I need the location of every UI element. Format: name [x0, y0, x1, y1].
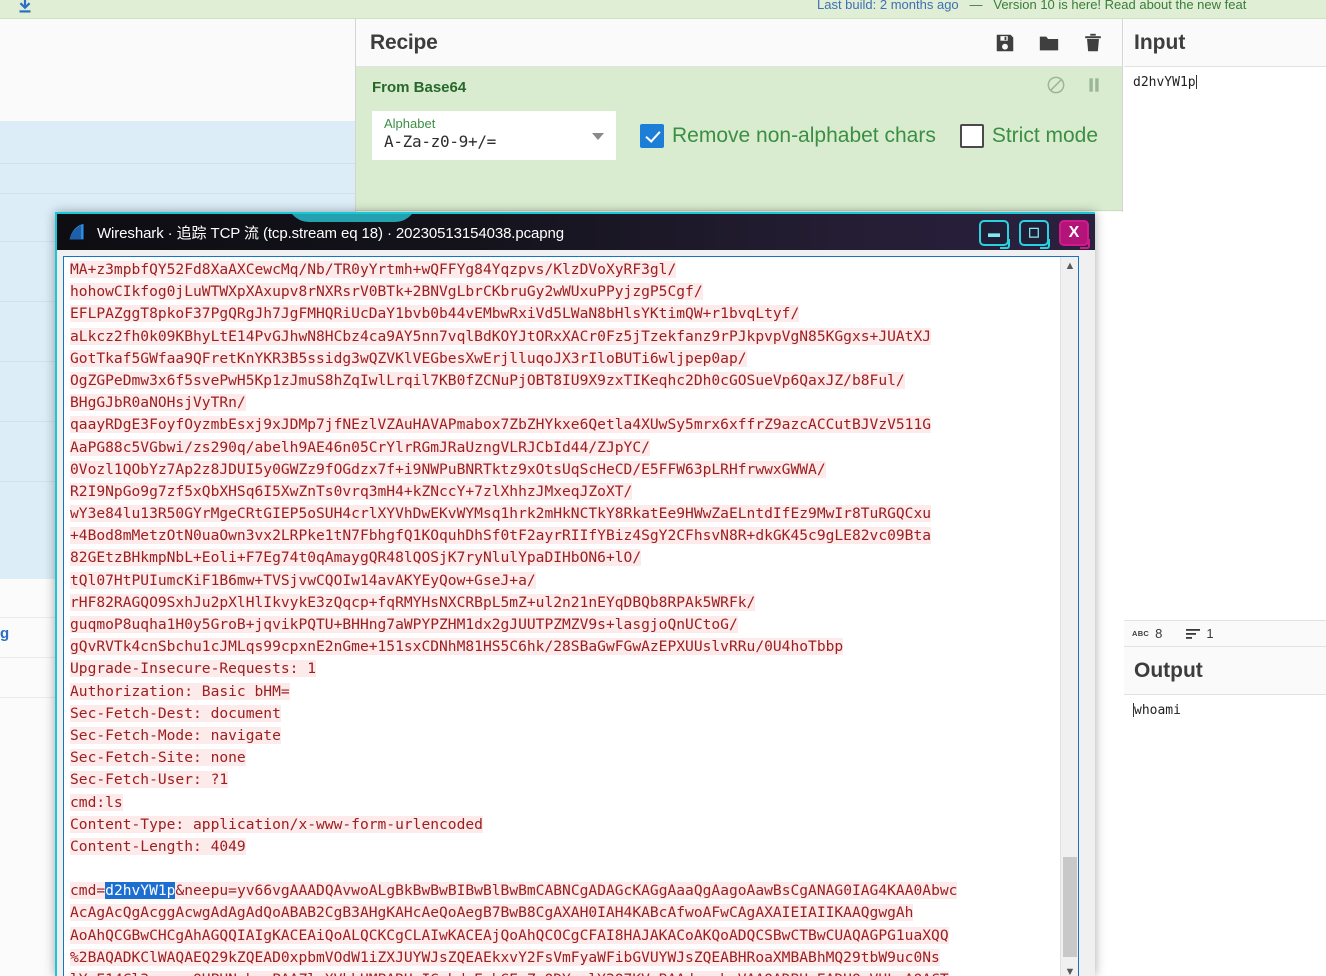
input-area[interactable]: Input d2hvYW1p [1124, 19, 1326, 621]
alphabet-select[interactable]: Alphabet A-Za-z0-9+/= [372, 111, 616, 160]
chevron-down-icon[interactable] [592, 133, 604, 140]
folder-icon[interactable] [1038, 31, 1060, 55]
recipe-toolbar [994, 19, 1104, 67]
minimize-button[interactable]: ▬ [979, 220, 1010, 249]
output-area[interactable]: Output whoami [1124, 647, 1326, 927]
scroll-up-icon[interactable]: ▲ [1061, 257, 1078, 275]
recipe-title: Recipe [370, 30, 438, 54]
io-pane: Input d2hvYW1p ABC 8 1 Output whoami [1124, 19, 1326, 976]
close-button[interactable]: X [1059, 220, 1090, 249]
text-caret [1195, 75, 1197, 89]
alphabet-value: A-Za-z0-9+/= [384, 132, 496, 151]
background-text-fragment: g [0, 625, 10, 642]
disable-icon[interactable] [1046, 75, 1066, 95]
output-textarea[interactable]: whoami [1124, 695, 1326, 718]
strict-mode-checkbox[interactable] [959, 123, 984, 148]
remove-non-alphabet-chars-label: Remove non-alphabet chars [672, 123, 936, 147]
operation-header: From Base64 [356, 67, 1122, 107]
lines-icon [1186, 628, 1201, 639]
input-textarea[interactable]: d2hvYW1p [1124, 67, 1326, 90]
strict-mode-group[interactable]: Strict mode [959, 123, 1099, 148]
char-count: 8 [1155, 626, 1163, 641]
save-icon[interactable] [994, 31, 1016, 55]
abc-icon: ABC [1132, 629, 1150, 638]
output-value: whoami [1134, 703, 1181, 718]
wireshark-logo-icon [69, 223, 84, 240]
scrollbar-thumb[interactable] [1063, 857, 1077, 957]
stream-text: MA+z3mpbfQY52Fd8XaAXCewcMq/Nb/TR0yYrtmh+… [70, 259, 1056, 976]
last-build-label[interactable]: Last build: 2 months ago [817, 0, 959, 12]
breakpoint-icon[interactable] [1084, 75, 1104, 95]
screenshot-root: Last build: 2 months ago — Version 10 is… [0, 0, 1326, 976]
banner-separator: — [962, 0, 990, 12]
maximize-button[interactable]: ☐ [1019, 220, 1050, 249]
output-title-bar: Output [1124, 647, 1326, 695]
window-controls: ▬ ☐ X [979, 220, 1090, 249]
trash-icon[interactable] [1082, 31, 1104, 55]
input-title: Input [1134, 30, 1186, 54]
wireshark-titlebar[interactable]: Wireshark · 追踪 TCP 流 (tcp.stream eq 18) … [55, 212, 1095, 250]
wireshark-body: MA+z3mpbfQY52Fd8XaAXCewcMq/Nb/TR0yYrtmh+… [55, 250, 1095, 976]
input-status-bar: ABC 8 1 [1124, 621, 1326, 647]
operation-header-icons [1046, 75, 1104, 95]
version-note-label[interactable]: Version 10 is here! Read about the new f… [993, 0, 1246, 12]
operation-arguments: Alphabet A-Za-z0-9+/= Remove non-alphabe… [356, 107, 1122, 160]
stream-scrollbar[interactable]: ▲ ▼ [1060, 257, 1078, 976]
banner-text-group: Last build: 2 months ago — Version 10 is… [817, 0, 1246, 12]
recipe-pane: Recipe From Base64 Alphabet A-Za-z0-9+/=… [356, 19, 1123, 212]
input-title-bar: Input [1124, 19, 1326, 67]
operation-name: From Base64 [372, 78, 467, 96]
download-arrow-icon[interactable] [14, 0, 36, 16]
strict-mode-label: Strict mode [991, 123, 1099, 147]
cyberchef-banner: Last build: 2 months ago — Version 10 is… [0, 0, 1326, 19]
input-value: d2hvYW1p [1133, 75, 1196, 90]
recipe-title-bar: Recipe [356, 19, 1122, 67]
wireshark-window-title: Wireshark · 追踪 TCP 流 (tcp.stream eq 18) … [97, 224, 564, 242]
remove-non-alphabet-chars-checkbox[interactable] [640, 123, 664, 148]
remove-non-alphabet-chars-group[interactable]: Remove non-alphabet chars [640, 123, 936, 148]
stream-content-box[interactable]: MA+z3mpbfQY52Fd8XaAXCewcMq/Nb/TR0yYrtmh+… [63, 256, 1079, 976]
line-count: 1 [1206, 626, 1214, 641]
alphabet-label: Alphabet [384, 116, 436, 131]
operation-from-base64[interactable]: From Base64 Alphabet A-Za-z0-9+/= Remove… [356, 67, 1122, 211]
scroll-down-icon[interactable]: ▼ [1061, 963, 1078, 976]
output-title: Output [1134, 658, 1203, 682]
wireshark-follow-stream-window[interactable]: Wireshark · 追踪 TCP 流 (tcp.stream eq 18) … [55, 212, 1095, 976]
